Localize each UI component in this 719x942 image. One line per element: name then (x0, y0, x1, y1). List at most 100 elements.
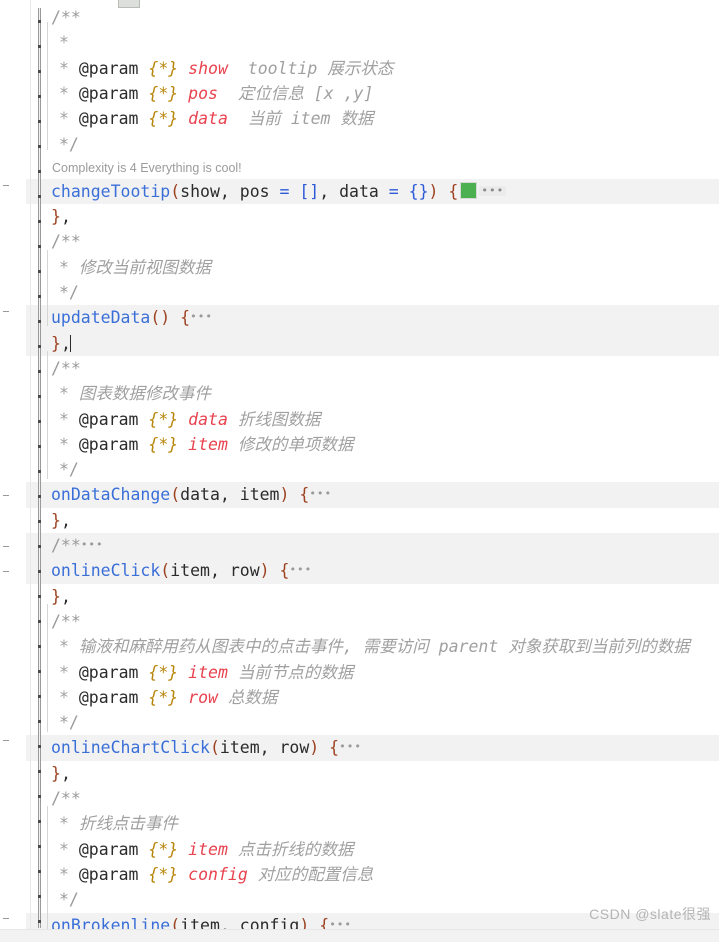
code-line[interactable]: * @param {*} item 点击折线的数据 (0, 837, 719, 862)
fold-toggle-arrow[interactable] (3, 737, 10, 744)
code-line[interactable]: */ (0, 710, 719, 735)
fold-marker-dot[interactable] (38, 95, 41, 98)
code-line[interactable]: changeTootip(show, pos = [], data = {}) … (0, 178, 719, 205)
code-token-op: = {} (388, 181, 429, 201)
fold-marker-dot[interactable] (38, 695, 41, 698)
fold-marker-dot[interactable] (38, 620, 41, 623)
code-line[interactable]: /** (0, 786, 719, 811)
fold-marker-dot[interactable] (38, 145, 41, 148)
fold-marker-dot[interactable] (38, 745, 41, 748)
code-token-cm-pl: */ (59, 890, 79, 910)
code-line[interactable]: */ (0, 280, 719, 305)
code-line[interactable]: * 图表数据修改事件 (0, 381, 719, 406)
code-token-pl: , (60, 510, 71, 530)
collapsed-code-ellipsis[interactable]: ••• (329, 919, 352, 930)
code-line[interactable]: * @param {*} config 对应的配置信息 (0, 862, 719, 887)
fold-marker-dot[interactable] (38, 170, 41, 173)
code-line[interactable]: onDataChange(data, item) {••• (0, 482, 719, 508)
collapsed-code-ellipsis[interactable]: ••• (190, 311, 213, 322)
fold-marker-dot[interactable] (38, 545, 41, 548)
fold-marker-dot[interactable] (38, 320, 41, 323)
fold-marker-dot[interactable] (38, 195, 41, 198)
fold-marker-dot[interactable] (38, 420, 41, 423)
fold-marker-dot[interactable] (38, 120, 41, 123)
fold-marker-dot[interactable] (38, 795, 41, 798)
code-line[interactable]: * 折线点击事件 (0, 811, 719, 836)
fold-toggle-arrow[interactable] (3, 543, 10, 550)
code-token-tag: @param (78, 864, 139, 884)
code-line[interactable]: * 修改当前视图数据 (0, 255, 719, 280)
code-line[interactable]: }, (0, 584, 719, 609)
fold-toggle-arrow[interactable] (3, 568, 10, 575)
code-line[interactable]: onlineClick(item, row) {••• (0, 558, 719, 584)
code-line[interactable]: /** (0, 229, 719, 254)
code-line[interactable]: * @param {*} pos 定位信息 [x ,y] (0, 81, 719, 106)
code-line[interactable]: /** (0, 5, 719, 30)
code-token-pn: } (51, 763, 61, 783)
collapsed-code-ellipsis[interactable]: ••• (309, 488, 332, 499)
code-line[interactable]: updateData() {••• (0, 305, 719, 331)
code-line[interactable]: * @param {*} row 总数据 (0, 685, 719, 710)
code-line[interactable]: }, (0, 204, 719, 229)
code-line[interactable]: }, (0, 330, 719, 356)
code-line[interactable]: }, (0, 508, 719, 533)
fold-marker-dot[interactable] (38, 595, 41, 598)
color-swatch-preview[interactable] (460, 181, 478, 199)
fold-marker-dot[interactable] (38, 670, 41, 673)
code-token-fn: onlineClick (51, 561, 161, 581)
fold-marker-dot[interactable] (38, 245, 41, 248)
fold-toggle-arrow[interactable] (3, 492, 10, 499)
fold-marker-dot[interactable] (38, 395, 41, 398)
fold-marker-dot[interactable] (38, 920, 41, 923)
fold-marker-dot[interactable] (38, 295, 41, 298)
code-line[interactable]: * @param {*} show tooltip 展示状态 (0, 56, 719, 81)
code-line[interactable]: * @param {*} item 修改的单项数据 (0, 432, 719, 457)
collapsed-code-ellipsis[interactable]: ••• (81, 539, 104, 550)
code-token-pl: data, item (180, 485, 280, 505)
fold-marker-dot[interactable] (38, 870, 41, 873)
collapsed-code-ellipsis[interactable]: ••• (339, 741, 362, 752)
fold-toggle-arrow[interactable] (3, 308, 10, 315)
code-line[interactable]: */ (0, 457, 719, 482)
code-line[interactable]: }, (0, 761, 719, 786)
fold-marker-dot[interactable] (38, 345, 41, 348)
code-line[interactable]: */ (0, 132, 719, 157)
code-line[interactable]: * @param {*} data 当前 item 数据 (0, 106, 719, 131)
fold-marker-dot[interactable] (38, 820, 41, 823)
code-editor[interactable]: /** * * @param {*} show tooltip 展示状态 * @par… (0, 0, 719, 942)
code-line[interactable]: * 输液和麻醉用药从图表中的点击事件, 需要访问 parent 对象获取到当前列… (0, 634, 719, 659)
code-token-cm (138, 84, 148, 103)
fold-marker-dot[interactable] (38, 445, 41, 448)
code-token-cm: 折线图数据 (227, 409, 321, 429)
code-token-pname: data (188, 409, 228, 429)
collapsed-code-ellipsis[interactable]: ••• (289, 564, 312, 575)
code-line[interactable]: onlineChartClick(item, row) {••• (0, 735, 719, 761)
collapsed-code-ellipsis[interactable]: ••• (479, 185, 507, 196)
fold-marker-dot[interactable] (38, 270, 41, 273)
code-token-cm-pl: /** (51, 358, 81, 378)
fold-marker-dot[interactable] (38, 470, 41, 473)
fold-marker-dot[interactable] (38, 20, 41, 23)
code-line[interactable]: * @param {*} item 当前节点的数据 (0, 660, 719, 685)
fold-marker-dot[interactable] (38, 70, 41, 73)
horizontal-scrollbar-thumb[interactable] (40, 933, 470, 940)
code-line[interactable]: * (0, 30, 719, 55)
fold-marker-dot[interactable] (38, 645, 41, 648)
fold-toggle-arrow[interactable] (3, 915, 10, 922)
fold-marker-dot[interactable] (38, 895, 41, 898)
fold-marker-dot[interactable] (38, 220, 41, 223)
code-line[interactable]: /** (0, 609, 719, 634)
fold-marker-dot[interactable] (38, 520, 41, 523)
code-line[interactable]: /** (0, 356, 719, 381)
fold-marker-dot[interactable] (38, 845, 41, 848)
fold-marker-dot[interactable] (38, 770, 41, 773)
code-line[interactable]: * @param {*} data 折线图数据 (0, 407, 719, 432)
fold-marker-dot[interactable] (38, 45, 41, 48)
fold-marker-dot[interactable] (38, 370, 41, 373)
horizontal-scrollbar[interactable] (0, 929, 719, 942)
fold-toggle-arrow[interactable] (3, 182, 10, 189)
fold-marker-dot[interactable] (38, 495, 41, 498)
fold-marker-dot[interactable] (38, 570, 41, 573)
code-line[interactable]: /**••• (0, 533, 719, 559)
fold-marker-dot[interactable] (38, 720, 41, 723)
